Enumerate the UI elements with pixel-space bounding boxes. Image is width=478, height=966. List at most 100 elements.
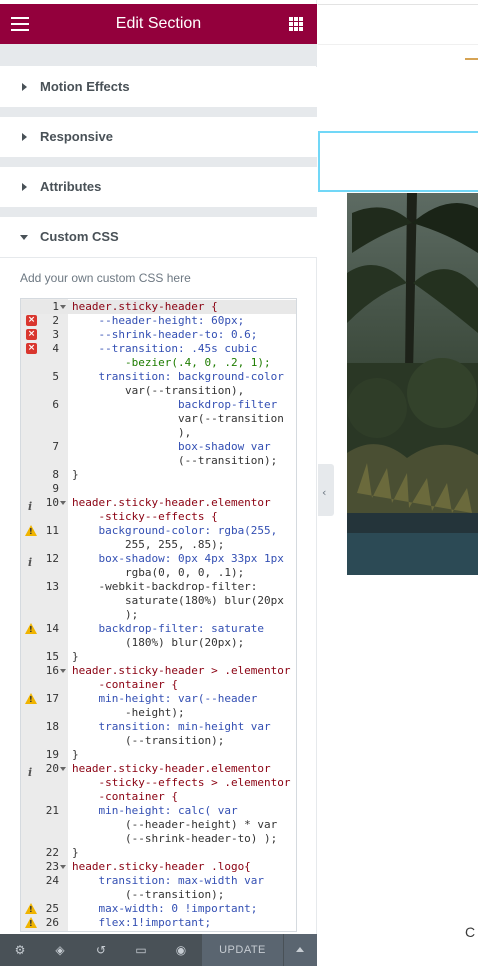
- info-annotation-icon[interactable]: i: [28, 500, 32, 514]
- line-number: 2: [52, 314, 59, 327]
- code-line[interactable]: }: [72, 650, 79, 664]
- collapse-panel-button[interactable]: ‹: [318, 464, 334, 516]
- selected-section-outline[interactable]: [318, 131, 478, 192]
- code-line[interactable]: (--transition);: [72, 454, 277, 468]
- code-line[interactable]: box-shadow: 0px 4px 33px 1px: [72, 552, 283, 566]
- preview-eye-icon[interactable]: ◉: [174, 943, 188, 957]
- editor-panel: Edit Section Motion Effects Responsive A…: [0, 0, 317, 966]
- code-line[interactable]: flex:1!important;: [72, 916, 211, 930]
- code-line[interactable]: -sticky--effects {: [72, 510, 217, 524]
- code-line[interactable]: -webkit-backdrop-filter:: [72, 580, 257, 594]
- code-line[interactable]: header.sticky-header .logo{: [72, 860, 251, 874]
- code-line[interactable]: 255, 255, .85);: [72, 538, 224, 552]
- error-annotation-icon[interactable]: ×: [26, 315, 37, 326]
- code-line[interactable]: -container {: [72, 790, 177, 804]
- fold-toggle-icon[interactable]: [60, 501, 66, 505]
- chevron-up-icon: [296, 947, 304, 952]
- code-line[interactable]: min-height: calc( var: [72, 804, 237, 818]
- code-line[interactable]: (--shrink-header-to) );: [72, 832, 277, 846]
- code-line[interactable]: transition: background-color: [72, 370, 283, 384]
- code-line[interactable]: --shrink-header-to: 0.6;: [72, 328, 257, 342]
- section-responsive[interactable]: Responsive: [0, 117, 317, 157]
- fold-toggle-icon[interactable]: [60, 767, 66, 771]
- code-line[interactable]: backdrop-filter: saturate: [72, 622, 264, 636]
- code-line[interactable]: (--transition);: [72, 888, 224, 902]
- widgets-grid-icon[interactable]: [289, 17, 303, 31]
- code-line[interactable]: rgba(0, 0, 0, .1);: [72, 566, 244, 580]
- line-number: 20: [45, 762, 59, 775]
- fold-toggle-icon[interactable]: [60, 669, 66, 673]
- history-icon[interactable]: ↺: [94, 943, 108, 957]
- code-line[interactable]: --header-height: 60px;: [72, 314, 244, 328]
- code-line[interactable]: -sticky--effects > .elementor: [72, 776, 290, 790]
- code-line[interactable]: (--header-height) * var: [72, 818, 277, 832]
- info-annotation-icon[interactable]: i: [28, 766, 32, 780]
- code-line[interactable]: (--transition);: [72, 734, 224, 748]
- warning-annotation-icon[interactable]: !: [25, 623, 37, 634]
- section-motion-effects[interactable]: Motion Effects: [0, 67, 317, 107]
- update-options-button[interactable]: [284, 934, 317, 966]
- code-line[interactable]: min-height: var(--header: [72, 692, 257, 706]
- fold-toggle-icon[interactable]: [60, 865, 66, 869]
- line-number: 14: [45, 622, 59, 635]
- warning-annotation-icon[interactable]: !: [25, 903, 37, 914]
- error-annotation-icon[interactable]: ×: [26, 329, 37, 340]
- line-number: 24: [45, 874, 59, 887]
- code-line[interactable]: backdrop-filter: [72, 398, 277, 412]
- line-number: 5: [52, 370, 59, 383]
- palm-tree-image: [347, 193, 478, 575]
- warning-annotation-icon[interactable]: !: [25, 693, 37, 704]
- code-line[interactable]: }: [72, 468, 79, 482]
- code-line[interactable]: );: [72, 608, 138, 622]
- code-line[interactable]: transition: min-height var: [72, 720, 270, 734]
- section-label: Motion Effects: [40, 79, 130, 94]
- code-line[interactable]: --transition: .45s cubic: [72, 342, 257, 356]
- error-annotation-icon[interactable]: ×: [26, 343, 37, 354]
- settings-icon[interactable]: ⚙: [13, 943, 27, 957]
- code-line[interactable]: -container {: [72, 678, 177, 692]
- code-line[interactable]: -height);: [72, 706, 185, 720]
- code-line[interactable]: header.sticky-header > .elementor: [72, 664, 291, 678]
- code-line[interactable]: (180%) blur(20px);: [72, 636, 244, 650]
- section-custom-css[interactable]: Custom CSS: [0, 217, 317, 257]
- code-line[interactable]: saturate(180%) blur(20px: [72, 594, 284, 608]
- code-line[interactable]: background-color: rgba(255,: [72, 524, 277, 538]
- code-line[interactable]: transition: max-width var: [72, 874, 264, 888]
- layers-icon[interactable]: ◈: [53, 943, 67, 957]
- preview-canvas[interactable]: C: [318, 0, 478, 966]
- fold-toggle-icon[interactable]: [60, 305, 66, 309]
- info-annotation-icon[interactable]: i: [28, 556, 32, 570]
- warning-annotation-icon[interactable]: !: [25, 525, 37, 536]
- line-number: 17: [45, 692, 59, 705]
- panel-footer: ⚙ ◈ ↺ ▭ ◉ UPDATE: [0, 934, 317, 966]
- line-number: 19: [45, 748, 59, 761]
- code-line[interactable]: -bezier(.4, 0, .2, 1);: [72, 356, 271, 370]
- code-line[interactable]: box-shadow var: [72, 440, 271, 454]
- css-code-editor[interactable]: 1 header.sticky-header {2 × --header-heigh…: [20, 298, 297, 932]
- preview-accent-dash: [465, 58, 478, 60]
- code-line[interactable]: header.sticky-header {: [72, 300, 218, 314]
- code-line[interactable]: }: [72, 748, 79, 762]
- code-line[interactable]: header.sticky-header.elementor: [72, 762, 271, 776]
- update-button[interactable]: UPDATE: [202, 934, 283, 966]
- panel-title: Edit Section: [115, 15, 202, 32]
- chevron-left-icon: ‹: [322, 486, 327, 499]
- code-line[interactable]: ),: [72, 426, 191, 440]
- preview-top-border: [318, 4, 478, 5]
- divider: [0, 257, 317, 258]
- code-line[interactable]: header.sticky-header.elementor: [72, 496, 271, 510]
- code-line[interactable]: }: [72, 846, 79, 860]
- code-line[interactable]: var(--transition: [72, 412, 284, 426]
- warning-annotation-icon[interactable]: !: [25, 917, 37, 928]
- section-label: Responsive: [40, 129, 113, 144]
- chevron-down-icon: [20, 235, 28, 240]
- line-number: 21: [45, 804, 59, 817]
- code-line[interactable]: var(--transition),: [72, 384, 244, 398]
- responsive-icon[interactable]: ▭: [134, 943, 148, 957]
- code-line[interactable]: max-width: 0 !important;: [72, 902, 257, 916]
- line-number: 12: [45, 552, 59, 565]
- section-attributes[interactable]: Attributes: [0, 167, 317, 207]
- editor-gutter: [21, 299, 68, 931]
- preview-header-line: [318, 44, 478, 45]
- line-number: 15: [45, 650, 59, 663]
